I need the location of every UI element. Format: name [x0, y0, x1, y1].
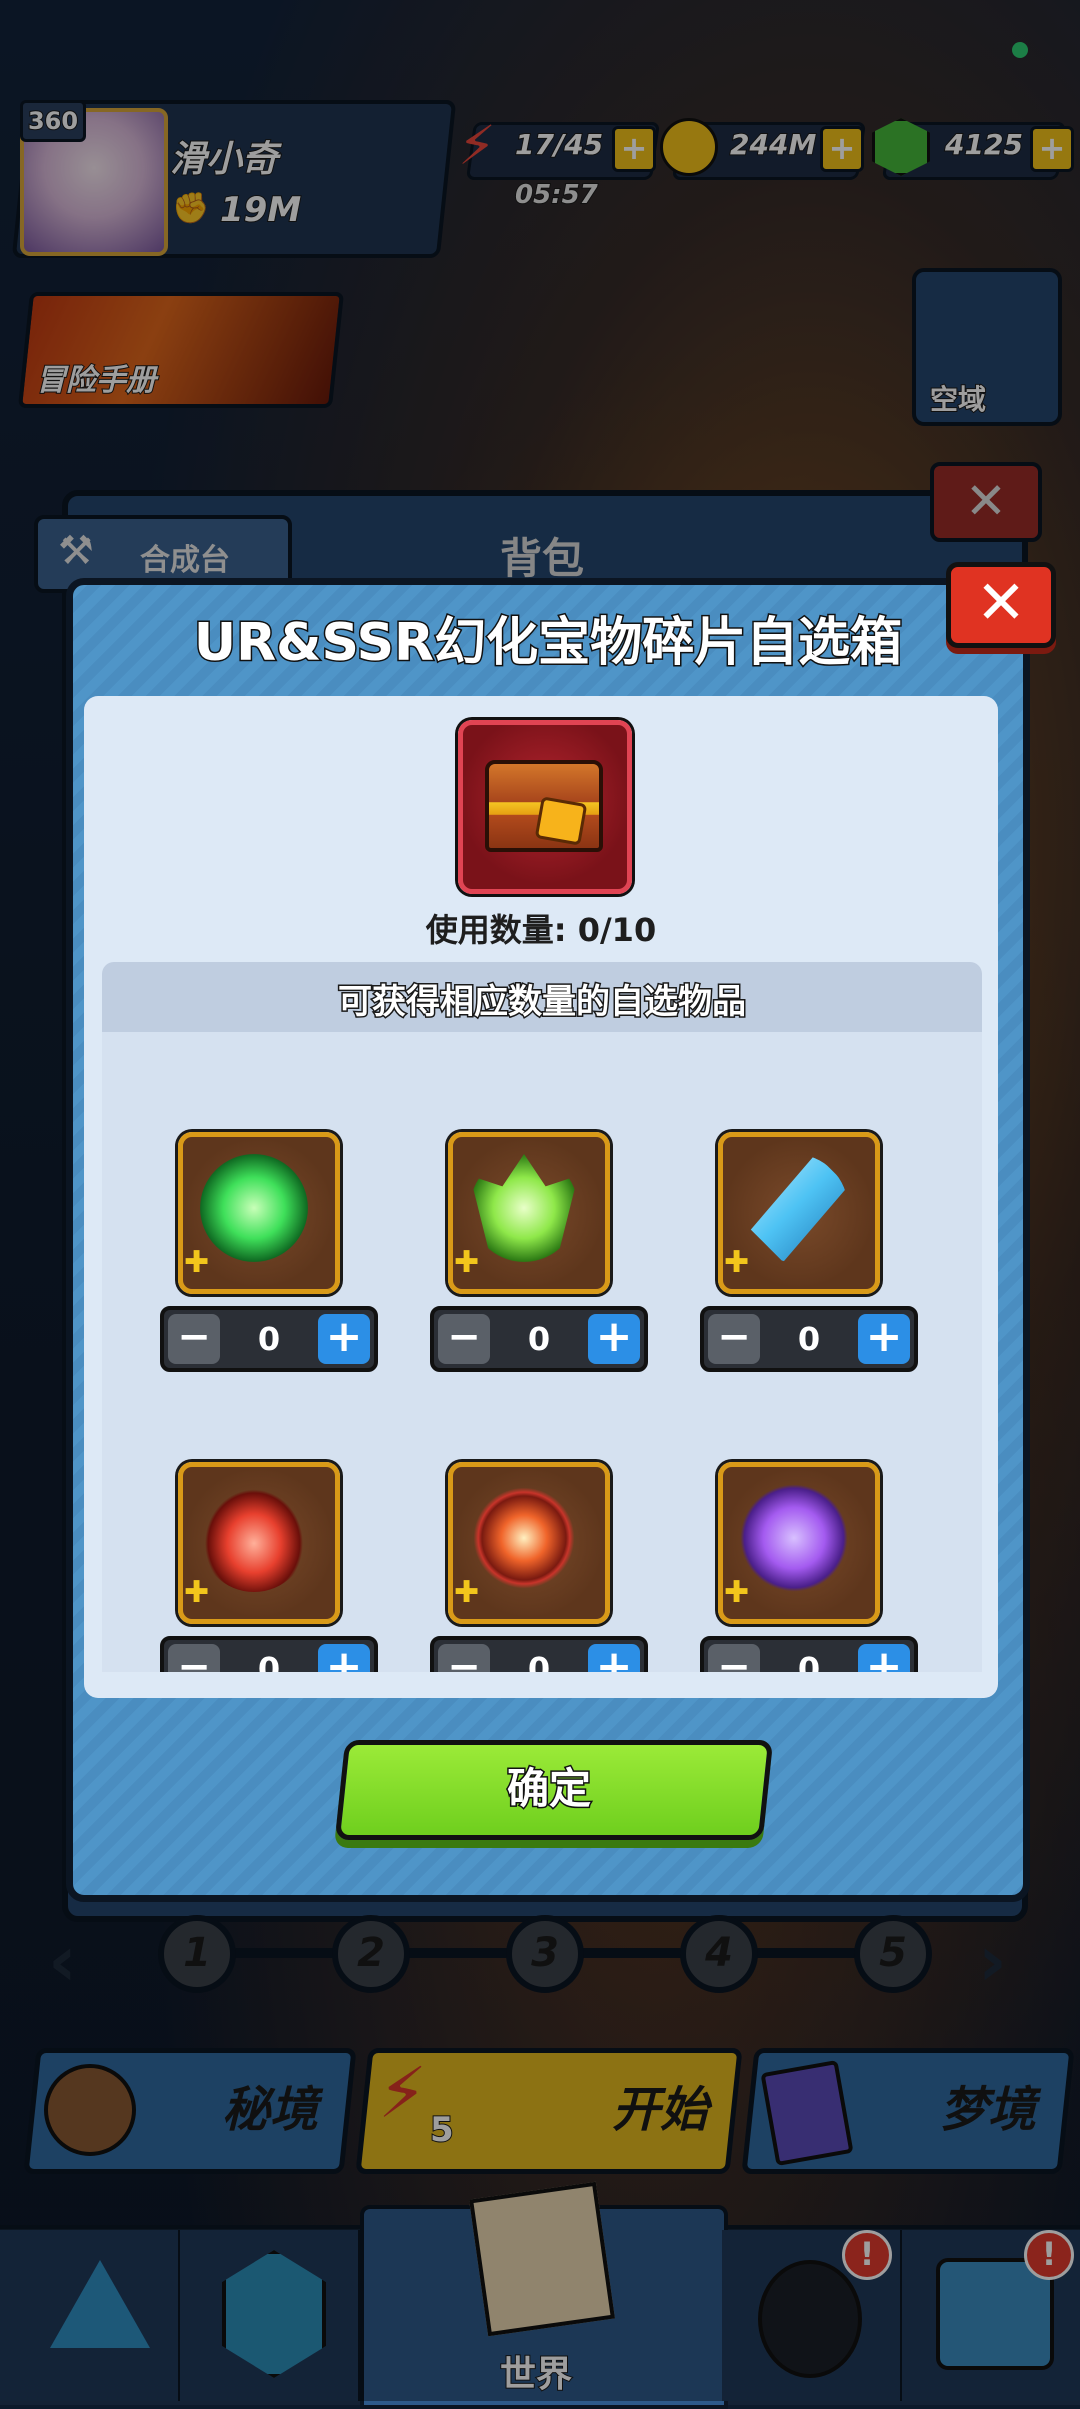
list-item: ✚ − 0 + — [430, 1462, 648, 1672]
quantity-stepper: − 0 + — [430, 1636, 648, 1672]
chest-gem-icon — [534, 796, 588, 846]
decrease-button[interactable]: − — [168, 1314, 220, 1364]
increase-button[interactable]: + — [858, 1314, 910, 1364]
purple-crystal-shard-icon — [740, 1484, 848, 1592]
list-item: ✚ − 0 + — [700, 1462, 918, 1672]
quantity-stepper: − 0 + — [160, 1636, 378, 1672]
increase-button[interactable]: + — [588, 1314, 640, 1364]
puzzle-piece-icon: ✚ — [184, 1245, 210, 1280]
decrease-button[interactable]: − — [168, 1644, 220, 1672]
decrease-button[interactable]: − — [708, 1314, 760, 1364]
list-item: ✚ − 0 + — [430, 1132, 648, 1382]
decrease-button[interactable]: − — [438, 1644, 490, 1672]
item-quantity: 0 — [797, 1320, 821, 1358]
green-orb-shard-icon — [200, 1154, 308, 1262]
red-thorn-crown-shard-icon — [200, 1484, 308, 1592]
puzzle-piece-icon: ✚ — [184, 1575, 210, 1610]
decrease-button[interactable]: − — [708, 1644, 760, 1672]
item-quantity: 0 — [527, 1650, 551, 1672]
confirm-button-label: 确定 — [505, 1763, 592, 1815]
increase-button[interactable]: + — [858, 1644, 910, 1672]
item-quantity: 0 — [527, 1320, 551, 1358]
item-list[interactable]: ✚ − 0 + ✚ − 0 + ✚ − 0 + ✚ − 0 + ✚ − 0 + … — [102, 1032, 982, 1672]
quantity-stepper: − 0 + — [160, 1306, 378, 1372]
decrease-button[interactable]: − — [438, 1314, 490, 1364]
dialog-title: UR&SSR幻化宝物碎片自选箱 — [192, 612, 903, 675]
close-icon[interactable]: ✕ — [946, 562, 1056, 648]
increase-button[interactable]: + — [588, 1644, 640, 1672]
puzzle-piece-icon: ✚ — [724, 1245, 750, 1280]
puzzle-piece-icon: ✚ — [454, 1245, 480, 1280]
section-label: 可获得相应数量的自选物品 — [337, 981, 748, 1024]
puzzle-piece-icon: ✚ — [724, 1575, 750, 1610]
list-item: ✚ − 0 + — [700, 1132, 918, 1382]
fire-sigil-shard-icon — [470, 1484, 578, 1592]
item-quantity: 0 — [257, 1320, 281, 1358]
increase-button[interactable]: + — [318, 1314, 370, 1364]
list-item: ✚ − 0 + — [160, 1132, 378, 1382]
quantity-stepper: − 0 + — [700, 1636, 918, 1672]
list-item: ✚ − 0 + — [160, 1462, 378, 1672]
item-quantity: 0 — [797, 1650, 821, 1672]
item-quantity: 0 — [257, 1650, 281, 1672]
increase-button[interactable]: + — [318, 1644, 370, 1672]
puzzle-piece-icon: ✚ — [454, 1575, 480, 1610]
quantity-stepper: − 0 + — [430, 1306, 648, 1372]
usage-count: 使用数量: 0/10 — [425, 911, 657, 949]
quantity-stepper: − 0 + — [700, 1306, 918, 1372]
